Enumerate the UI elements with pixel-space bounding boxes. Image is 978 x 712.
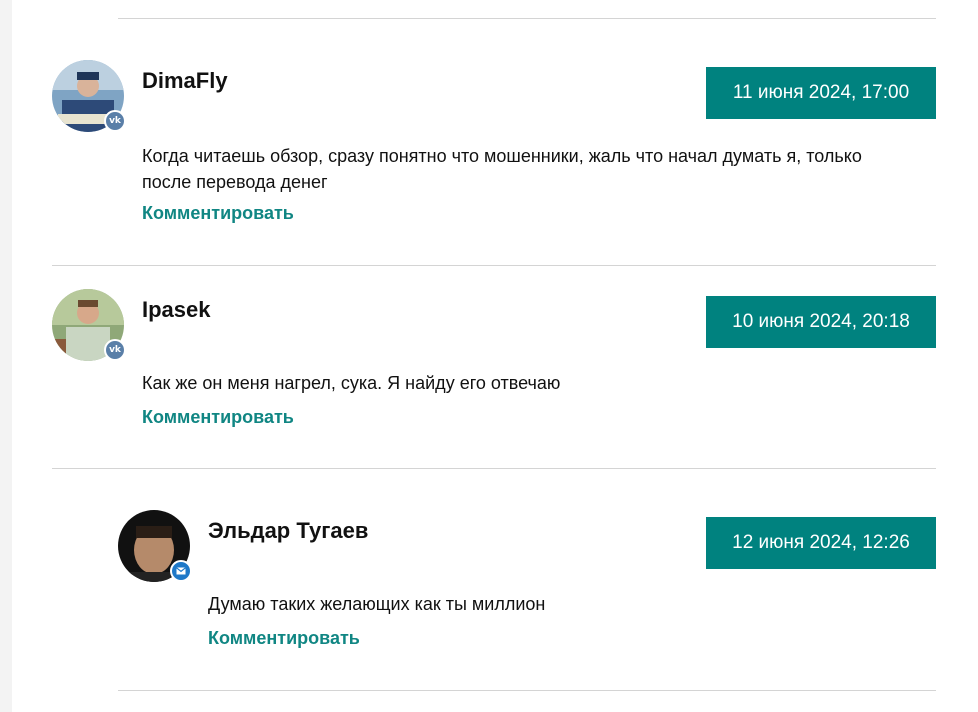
vk-icon: vk [104, 339, 126, 361]
comment-text: Думаю таких желающих как ты миллион [208, 594, 546, 614]
comment-text: Когда читаешь обзор, сразу понятно что м… [142, 146, 862, 192]
divider [52, 265, 936, 266]
comment-reply-link[interactable]: Комментировать [142, 203, 294, 224]
comment-item-reply: Эльдар Тугаев 12 июня 2024, 12:26 Думаю … [118, 510, 936, 660]
divider [118, 18, 936, 19]
comment-date-button[interactable]: 11 июня 2024, 17:00 [706, 67, 936, 119]
comment-reply-link[interactable]: Комментировать [142, 407, 294, 428]
comment-reply-link[interactable]: Комментировать [208, 628, 360, 649]
comment-author[interactable]: DimaFly [142, 68, 228, 94]
avatar[interactable]: vk [52, 289, 126, 361]
divider [118, 690, 936, 691]
avatar[interactable] [118, 510, 192, 582]
comment-date-button[interactable]: 12 июня 2024, 12:26 [706, 517, 936, 569]
comment-date-button[interactable]: 10 июня 2024, 20:18 [706, 296, 936, 348]
comment-author[interactable]: Эльдар Тугаев [208, 518, 368, 544]
divider [52, 468, 936, 469]
vk-icon: vk [104, 110, 126, 132]
comment-author[interactable]: Ipasek [142, 297, 211, 323]
comments-page: vk DimaFly 11 июня 2024, 17:00 Когда чит… [0, 0, 978, 712]
envelope-icon [176, 567, 186, 575]
avatar[interactable]: vk [52, 60, 126, 132]
left-margin-strip [0, 0, 12, 712]
comment-text: Как же он меня нагрел, сука. Я найду его… [142, 373, 561, 393]
comment-item: vk DimaFly 11 июня 2024, 17:00 Когда чит… [52, 60, 936, 240]
comment-item: vk Ipasek 10 июня 2024, 20:18 Как же он … [52, 289, 936, 439]
mail-icon [170, 560, 192, 582]
